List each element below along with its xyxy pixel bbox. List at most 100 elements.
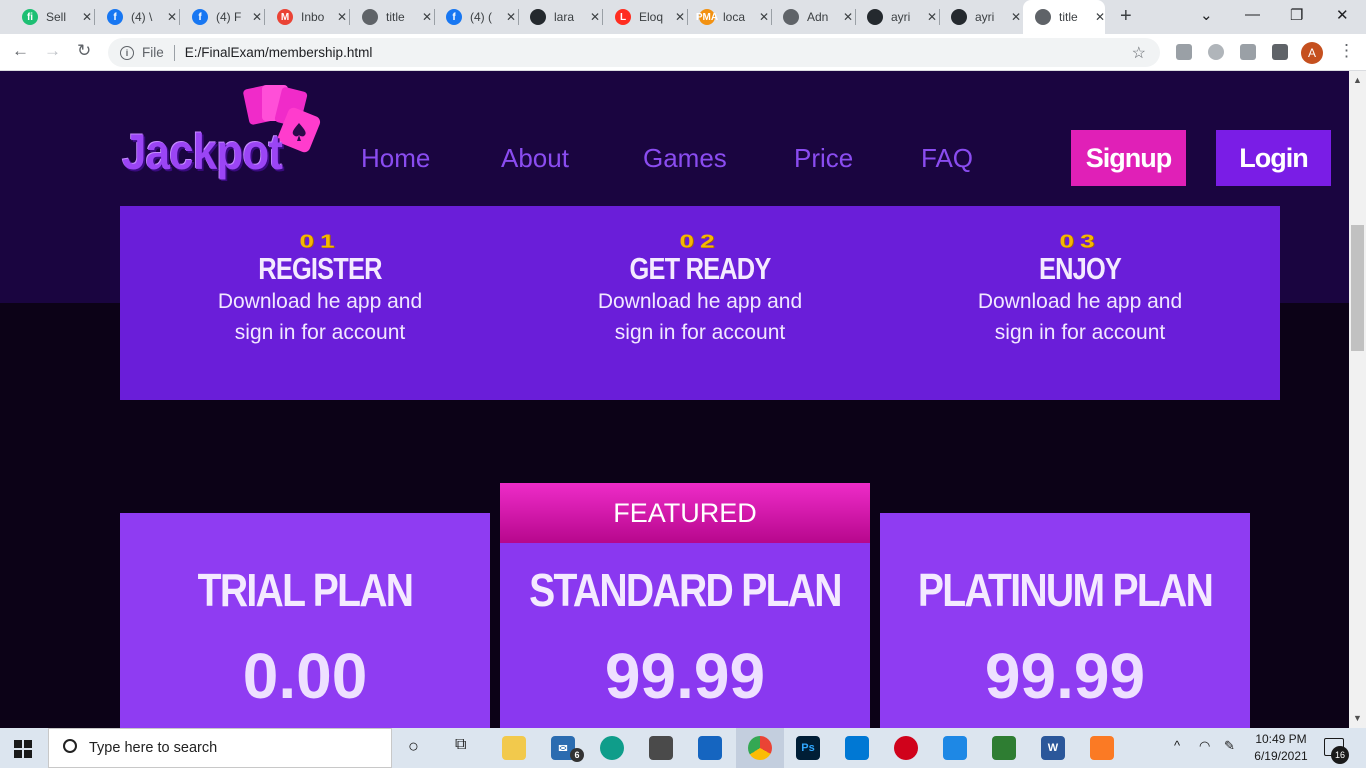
signup-button[interactable]: Signup: [1071, 130, 1186, 186]
photos-icon[interactable]: [992, 736, 1016, 760]
nav-faq[interactable]: FAQ: [921, 143, 973, 174]
close-window-icon[interactable]: ✕: [1336, 6, 1349, 24]
minimize-icon[interactable]: —: [1245, 6, 1260, 23]
tab-title: ayri: [975, 10, 995, 24]
browser-tabstrip: fi Sell ✕ f (4) \ ✕ f (4) F ✕ M Inbo ✕ title ✕ f (4) (✕…: [0, 0, 1366, 34]
edge-icon[interactable]: [600, 736, 624, 760]
tab-close-icon[interactable]: ✕: [927, 10, 937, 24]
profile-avatar[interactable]: A: [1301, 42, 1323, 64]
bookmark-star-icon[interactable]: ☆: [1132, 43, 1146, 63]
step-number: 01: [299, 230, 341, 252]
camera-extension-icon[interactable]: [1240, 44, 1256, 60]
tab-close-icon[interactable]: ✕: [422, 10, 432, 24]
task-view-icon[interactable]: ⧉: [455, 736, 466, 754]
menu-dots-icon[interactable]: ⋮: [1338, 41, 1355, 61]
xampp-icon[interactable]: [1090, 736, 1114, 760]
tab-close-icon[interactable]: ✕: [1011, 10, 1021, 24]
video-editor-icon[interactable]: [943, 736, 967, 760]
reload-icon[interactable]: ↻: [77, 41, 91, 61]
browser-tab[interactable]: title ✕: [1023, 0, 1105, 34]
back-icon[interactable]: ←: [12, 41, 29, 61]
browser-tab[interactable]: fi Sell ✕: [10, 0, 95, 34]
nav-games[interactable]: Games: [643, 143, 727, 174]
scroll-up-icon[interactable]: ▲: [1353, 75, 1362, 85]
app-icon[interactable]: [698, 736, 722, 760]
cortana-icon[interactable]: ○: [408, 736, 419, 757]
tray-chevron-icon[interactable]: ^: [1174, 738, 1180, 753]
tab-title: (4) F: [216, 10, 242, 24]
github-icon: [951, 9, 967, 25]
browser-tab[interactable]: ayri ✕: [855, 0, 940, 34]
plan-card-platinum[interactable]: PLATINUM PLAN 99.99: [880, 513, 1250, 728]
pen-icon[interactable]: ✎: [1224, 738, 1235, 754]
browser-tab[interactable]: f (4) F ✕: [180, 0, 265, 34]
featured-banner: FEATURED: [500, 483, 870, 543]
step-description: Download he app and sign in for account: [217, 290, 423, 344]
tab-search-icon[interactable]: ⌄: [1200, 6, 1213, 24]
opera-icon[interactable]: [894, 736, 918, 760]
page-viewport: Jackpot Home About Games Price FAQ Signu…: [0, 71, 1349, 728]
tab-close-icon[interactable]: ✕: [167, 10, 177, 24]
tab-close-icon[interactable]: ✕: [252, 10, 262, 24]
plan-price: 0.00: [242, 640, 368, 712]
nav-price[interactable]: Price: [794, 143, 853, 174]
network-icon[interactable]: ◠: [1199, 738, 1210, 754]
browser-tab[interactable]: M Inbo ✕: [265, 0, 350, 34]
windows-start-icon[interactable]: [14, 740, 32, 758]
file-explorer-icon[interactable]: [502, 736, 526, 760]
photoshop-icon[interactable]: Ps: [796, 736, 820, 760]
browser-tab[interactable]: lara ✕: [518, 0, 603, 34]
step-description: Download he app and sign in for account: [597, 290, 803, 344]
plan-title: TRIAL PLAN: [197, 564, 414, 616]
tab-close-icon[interactable]: ✕: [337, 10, 347, 24]
tab-close-icon[interactable]: ✕: [82, 10, 92, 24]
scrollbar-thumb[interactable]: [1351, 225, 1364, 351]
step-number: 03: [1059, 230, 1101, 252]
extension-icon[interactable]: [1208, 44, 1224, 60]
tab-close-icon[interactable]: ✕: [1095, 10, 1105, 24]
nav-about[interactable]: About: [501, 143, 569, 174]
tab-close-icon[interactable]: ✕: [675, 10, 685, 24]
tab-close-icon[interactable]: ✕: [506, 10, 516, 24]
browser-tab[interactable]: Adn ✕: [771, 0, 856, 34]
tab-close-icon[interactable]: ✕: [843, 10, 853, 24]
vscode-icon[interactable]: [845, 736, 869, 760]
tab-close-icon[interactable]: ✕: [590, 10, 600, 24]
step-get-ready: 02 GET READY Download he app and sign in…: [590, 206, 810, 348]
browser-tab[interactable]: f (4) \ ✕: [95, 0, 180, 34]
browser-tab[interactable]: title ✕: [350, 0, 435, 34]
browser-tab[interactable]: f (4) (✕: [434, 0, 519, 34]
fiverr-icon: fi: [22, 9, 38, 25]
browser-tab[interactable]: L Eloq ✕: [603, 0, 688, 34]
plan-card-standard[interactable]: STANDARD PLAN 99.99: [500, 543, 870, 728]
puzzle-extensions-icon[interactable]: [1272, 44, 1288, 60]
plan-card-trial[interactable]: TRIAL PLAN 0.00: [120, 513, 490, 728]
restore-icon[interactable]: ❐: [1290, 6, 1303, 24]
store-icon[interactable]: [649, 736, 673, 760]
globe-icon: [1035, 9, 1051, 25]
pdf-extension-icon[interactable]: [1176, 44, 1192, 60]
search-icon: [63, 739, 77, 753]
scroll-down-icon[interactable]: ▼: [1353, 713, 1362, 723]
site-logo[interactable]: Jackpot: [122, 123, 283, 181]
address-bar[interactable]: i File E:/FinalExam/membership.html ☆: [108, 38, 1160, 67]
site-info-icon[interactable]: i: [120, 45, 134, 60]
taskbar-clock[interactable]: 10:49 PM 6/19/2021: [1250, 731, 1312, 765]
chrome-icon[interactable]: [748, 736, 772, 760]
word-icon[interactable]: W: [1041, 736, 1065, 760]
page-scrollbar[interactable]: ▲ ▼: [1349, 71, 1366, 728]
url-text[interactable]: E:/FinalExam/membership.html: [185, 45, 373, 60]
browser-tab[interactable]: ayri ✕: [939, 0, 1024, 34]
notification-count: 16: [1331, 746, 1349, 764]
new-tab-button[interactable]: +: [1120, 5, 1132, 28]
tab-title: title: [1059, 10, 1078, 24]
step-description: Download he app and sign in for account: [977, 290, 1183, 344]
browser-tab[interactable]: PMA loca ✕: [687, 0, 772, 34]
github-icon: [867, 9, 883, 25]
login-button[interactable]: Login: [1216, 130, 1331, 186]
tab-close-icon[interactable]: ✕: [759, 10, 769, 24]
forward-icon[interactable]: →: [44, 41, 61, 61]
nav-home[interactable]: Home: [361, 143, 430, 174]
taskbar-search-box[interactable]: Type here to search: [48, 728, 392, 768]
phpmyadmin-icon: PMA: [696, 9, 718, 25]
